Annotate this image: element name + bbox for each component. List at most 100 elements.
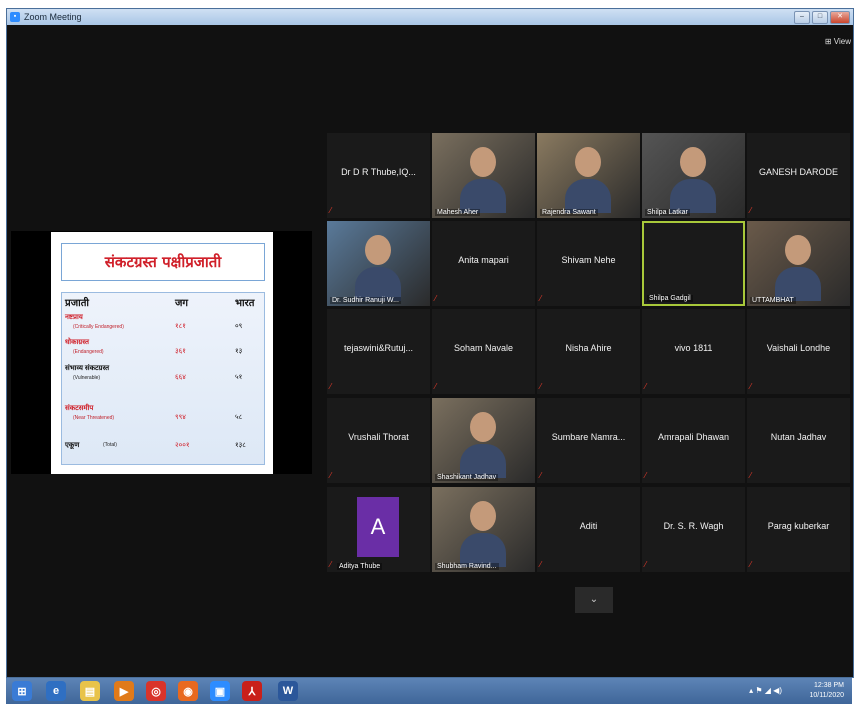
participant-name: Shilpa Gadgil [647, 295, 693, 302]
mic-muted-icon: ⁄ [330, 206, 332, 215]
mic-muted-icon: ⁄ [750, 206, 752, 215]
participant-tile[interactable]: Vaishali Londhe ⁄ [747, 309, 850, 394]
window-title: Zoom Meeting [24, 12, 82, 22]
participant-tile[interactable]: Dr D R Thube,IQ... ⁄ [327, 133, 430, 218]
maximize-button[interactable]: □ [812, 11, 828, 24]
row-sublabel: (Endangered) [73, 349, 104, 355]
minimize-button[interactable]: – [794, 11, 810, 24]
slide: संकटग्रस्त पक्षीप्रजाती प्रजाती जग भारत नष्… [51, 232, 273, 474]
person-body-shape [565, 179, 611, 213]
participant-tile[interactable]: A Aditya Thube ⁄ [327, 487, 430, 572]
participant-tile[interactable]: Amrapali Dhawan ⁄ [642, 398, 745, 483]
pdf-icon[interactable]: ⅄ [242, 681, 262, 701]
mic-muted-icon: ⁄ [330, 382, 332, 391]
person-silhouette-icon [680, 147, 706, 177]
row-label: संकटसमीप [65, 405, 94, 412]
participant-name: Soham Navale [453, 343, 514, 353]
mic-muted-icon: ⁄ [540, 382, 542, 391]
word-icon[interactable]: W [278, 681, 298, 701]
participant-video [432, 398, 535, 483]
mic-muted-icon: ⁄ [540, 471, 542, 480]
participant-name: UTTAMBHAT [750, 297, 796, 304]
participant-tile[interactable]: Soham Navale ⁄ [432, 309, 535, 394]
slide-header-cell: प्रजाती [65, 298, 89, 309]
participant-video [537, 133, 640, 218]
mic-muted-icon: ⁄ [645, 471, 647, 480]
participant-tile[interactable]: Shubham Ravind... [432, 487, 535, 572]
participant-name: Shashikant Jadhav [435, 474, 499, 481]
participant-tile[interactable]: UTTAMBHAT [747, 221, 850, 306]
participant-tile[interactable]: Mahesh Aher [432, 133, 535, 218]
participant-tile[interactable]: vivo 1811 ⁄ [642, 309, 745, 394]
participant-video [747, 221, 850, 306]
mic-muted-icon: ⁄ [750, 560, 752, 569]
title-bar: ▪ Zoom Meeting – □ ✕ [7, 9, 853, 25]
participant-tile[interactable]: GANESH DARODE ⁄ [747, 133, 850, 218]
person-silhouette-icon [365, 235, 391, 265]
media-player-icon[interactable]: ▶ [114, 681, 134, 701]
participant-tile[interactable]: Nutan Jadhav ⁄ [747, 398, 850, 483]
participant-tile[interactable]: Shashikant Jadhav [432, 398, 535, 483]
participant-tile[interactable]: Shilpa Latkar [642, 133, 745, 218]
row-sublabel: (Critically Endangered) [73, 324, 124, 330]
clock-date: 10/11/2020 [809, 692, 844, 699]
participant-tile[interactable]: Rajendra Sawant [537, 133, 640, 218]
participant-tile[interactable]: Vrushali Thorat ⁄ [327, 398, 430, 483]
participant-video [432, 487, 535, 572]
folder-icon[interactable]: ▤ [80, 681, 100, 701]
row-india-value: ५८ [235, 414, 243, 421]
screen-share: संकटग्रस्त पक्षीप्रजाती प्रजाती जग भारत नष्… [11, 231, 312, 474]
participant-tile[interactable]: Aditi ⁄ [537, 487, 640, 572]
participant-tile[interactable]: Dr. S. R. Wagh ⁄ [642, 487, 745, 572]
row-world-value: ६६४ [175, 374, 186, 381]
participant-tile[interactable]: Dr. Sudhir Ranuji W... [327, 221, 430, 306]
participant-tile[interactable]: Nisha Ahire ⁄ [537, 309, 640, 394]
row-india-value: ५१ [235, 374, 243, 381]
participant-name: Nutan Jadhav [770, 432, 827, 442]
person-silhouette-icon [470, 147, 496, 177]
chrome-icon[interactable]: ◎ [146, 681, 166, 701]
participant-tile[interactable]: tejaswini&Rutuj... ⁄ [327, 309, 430, 394]
row-world-value: १८१ [175, 323, 186, 330]
clock-time: 12:38 PM [814, 682, 844, 689]
row-sublabel: (Total) [103, 442, 117, 448]
slide-header-cell: भारत [235, 298, 255, 309]
person-body-shape [670, 179, 716, 213]
participant-name: Shivam Nehe [561, 255, 616, 265]
view-button[interactable]: ⊞ View [825, 37, 851, 46]
participant-name: tejaswini&Rutuj... [343, 343, 414, 353]
start-button[interactable]: ⊞ [12, 681, 32, 701]
participant-tile[interactable]: Parag kuberkar ⁄ [747, 487, 850, 572]
zoom-app-icon: ▪ [10, 12, 20, 22]
row-label: धोकाग्रस्त [65, 339, 89, 346]
participant-video [644, 223, 743, 304]
ie-icon[interactable]: e [46, 681, 66, 701]
participant-name: Dr. S. R. Wagh [663, 521, 724, 531]
row-india-value: १३ [235, 348, 243, 355]
participant-name: Dr D R Thube,IQ... [341, 167, 416, 177]
person-body-shape [460, 179, 506, 213]
grid-icon: ⊞ [824, 37, 832, 46]
firefox-icon[interactable]: ◉ [178, 681, 198, 701]
close-button[interactable]: ✕ [830, 11, 850, 24]
mic-muted-icon: ⁄ [540, 560, 542, 569]
participant-tile[interactable]: Sumbare Namra... ⁄ [537, 398, 640, 483]
mic-muted-icon: ⁄ [435, 382, 437, 391]
row-label: संभाव्य संकटग्रस्त [65, 365, 110, 372]
participant-tile[interactable]: Anita mapari ⁄ [432, 221, 535, 306]
participant-name: Aditi [579, 521, 598, 531]
system-tray-icons[interactable]: ▴ ⚑ ◢ ◀) [749, 686, 782, 695]
participant-name: Amrapali Dhawan [657, 432, 730, 442]
chevron-down-icon[interactable]: ⌄ [575, 587, 613, 613]
participant-video [432, 133, 535, 218]
mic-muted-icon: ⁄ [540, 294, 542, 303]
participant-tile[interactable]: Shilpa Gadgil [642, 221, 745, 306]
avatar: A [357, 497, 399, 557]
participant-name: GANESH DARODE [758, 167, 838, 177]
zoom-taskbar-icon[interactable]: ▣ [210, 681, 230, 701]
participant-tile[interactable]: Shivam Nehe ⁄ [537, 221, 640, 306]
slide-title: संकटग्रस्त पक्षीप्रजाती [61, 243, 265, 281]
participant-name: vivo 1811 [674, 343, 713, 353]
clock[interactable]: 12:38 PM 10/11/2020 [809, 681, 844, 701]
row-india-value: १३८ [235, 442, 246, 449]
